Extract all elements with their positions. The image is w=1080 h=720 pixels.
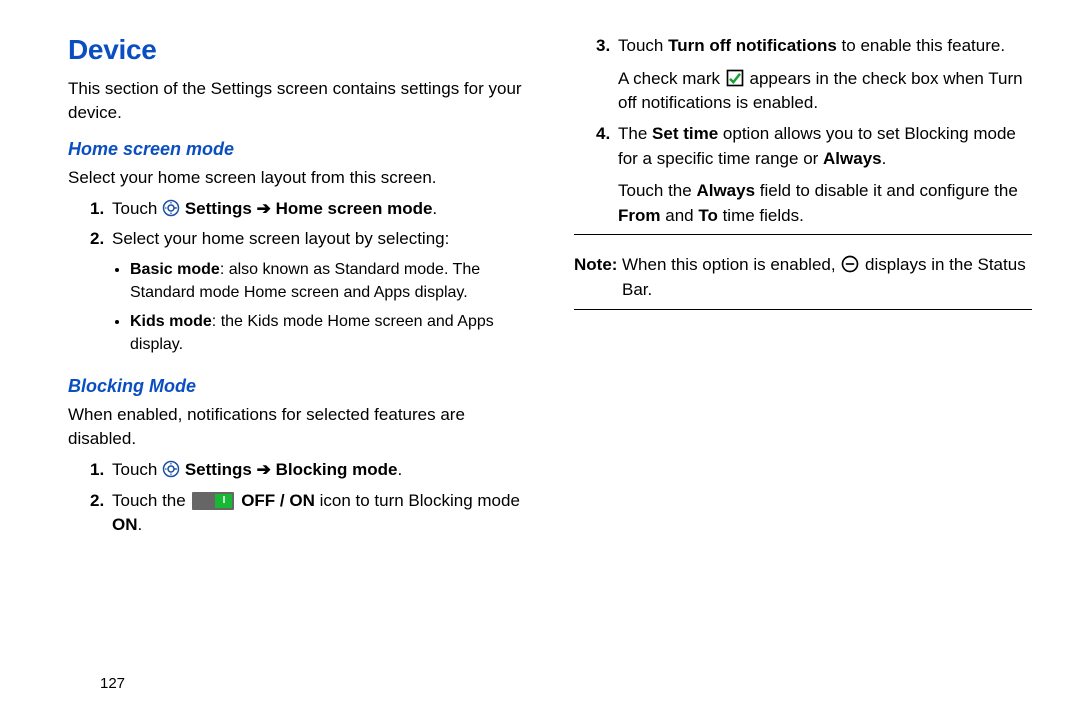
step-text: . <box>882 149 887 168</box>
step-number: 1. <box>90 458 112 483</box>
step-number: 1. <box>90 197 112 222</box>
device-intro: This section of the Settings screen cont… <box>68 77 526 126</box>
home-steps-list: 1. Touch <box>68 197 526 363</box>
off-on-toggle-icon <box>192 492 234 510</box>
note-text: When this option is enabled, <box>622 255 840 274</box>
bullet-label: Kids mode <box>130 313 212 330</box>
step-text: A check mark <box>618 69 725 88</box>
page-number: 127 <box>100 675 125 692</box>
step-bold: Set time <box>652 124 718 143</box>
blocking-steps-list: 1. Touch <box>68 458 526 538</box>
step-number: 3. <box>596 34 618 116</box>
step-text: time fields. <box>723 206 804 225</box>
note-divider-bottom <box>574 309 1032 310</box>
step-text: The <box>618 124 652 143</box>
step-text: Touch the <box>618 181 696 200</box>
right-column: 3. Touch Turn off notifications to enabl… <box>574 30 1032 544</box>
step-text: . <box>138 515 143 534</box>
settings-icon <box>162 199 180 217</box>
settings-icon <box>162 460 180 478</box>
step-bold: ON <box>112 515 138 534</box>
note-block: Note: When this option is enabled, displ… <box>574 253 1032 302</box>
step-bold: Turn off notifications <box>668 36 837 55</box>
step-bold: OFF / ON <box>241 491 315 510</box>
checkmark-icon <box>725 68 745 88</box>
left-column: Device This section of the Settings scre… <box>68 30 526 544</box>
home-bullet-2: Kids mode: the Kids mode Home screen and… <box>130 310 526 356</box>
step-bold: From <box>618 206 661 225</box>
home-bullets: Basic mode: also known as Standard mode.… <box>112 258 526 357</box>
blocking-mode-status-icon <box>840 254 860 274</box>
heading-blocking-mode: Blocking Mode <box>68 373 526 399</box>
note-divider-top <box>574 234 1032 235</box>
step-text: to enable this feature. <box>842 36 1006 55</box>
home-intro: Select your home screen layout from this… <box>68 166 526 191</box>
blocking-step-2: 2. Touch the OFF / ON icon to turn Block… <box>90 489 526 538</box>
right-step-3: 3. Touch Turn off notifications to enabl… <box>596 34 1032 116</box>
step-number: 2. <box>90 227 112 362</box>
step-bold: Settings ➔ Blocking mode <box>185 460 398 479</box>
step-bold: Always <box>696 181 755 200</box>
step-text: Touch <box>112 460 162 479</box>
home-step-2: 2. Select your home screen layout by sel… <box>90 227 526 362</box>
step-text: Touch <box>112 199 162 218</box>
step-text: icon to turn Blocking mode <box>320 491 520 510</box>
heading-device: Device <box>68 30 526 71</box>
right-steps-list: 3. Touch Turn off notifications to enabl… <box>574 34 1032 228</box>
right-step-4: 4. The Set time option allows you to set… <box>596 122 1032 229</box>
home-bullet-1: Basic mode: also known as Standard mode.… <box>130 258 526 304</box>
home-step-1: 1. Touch <box>90 197 526 222</box>
bullet-label: Basic mode <box>130 261 220 278</box>
blocking-intro: When enabled, notifications for selected… <box>68 403 526 452</box>
step-number: 4. <box>596 122 618 229</box>
step-bold: Always <box>823 149 882 168</box>
step-text: field to disable it and configure the <box>760 181 1018 200</box>
heading-home-screen-mode: Home screen mode <box>68 136 526 162</box>
step-text: Touch <box>618 36 668 55</box>
step-text: Select your home screen layout by select… <box>112 229 449 248</box>
note-label: Note: <box>574 253 622 302</box>
step-number: 2. <box>90 489 112 538</box>
step-text: Touch the <box>112 491 190 510</box>
step-bold: Settings ➔ Home screen mode <box>185 199 433 218</box>
note-text: displays in the <box>865 255 977 274</box>
step-text: and <box>665 206 698 225</box>
blocking-step-1: 1. Touch <box>90 458 526 483</box>
step-bold: To <box>698 206 718 225</box>
